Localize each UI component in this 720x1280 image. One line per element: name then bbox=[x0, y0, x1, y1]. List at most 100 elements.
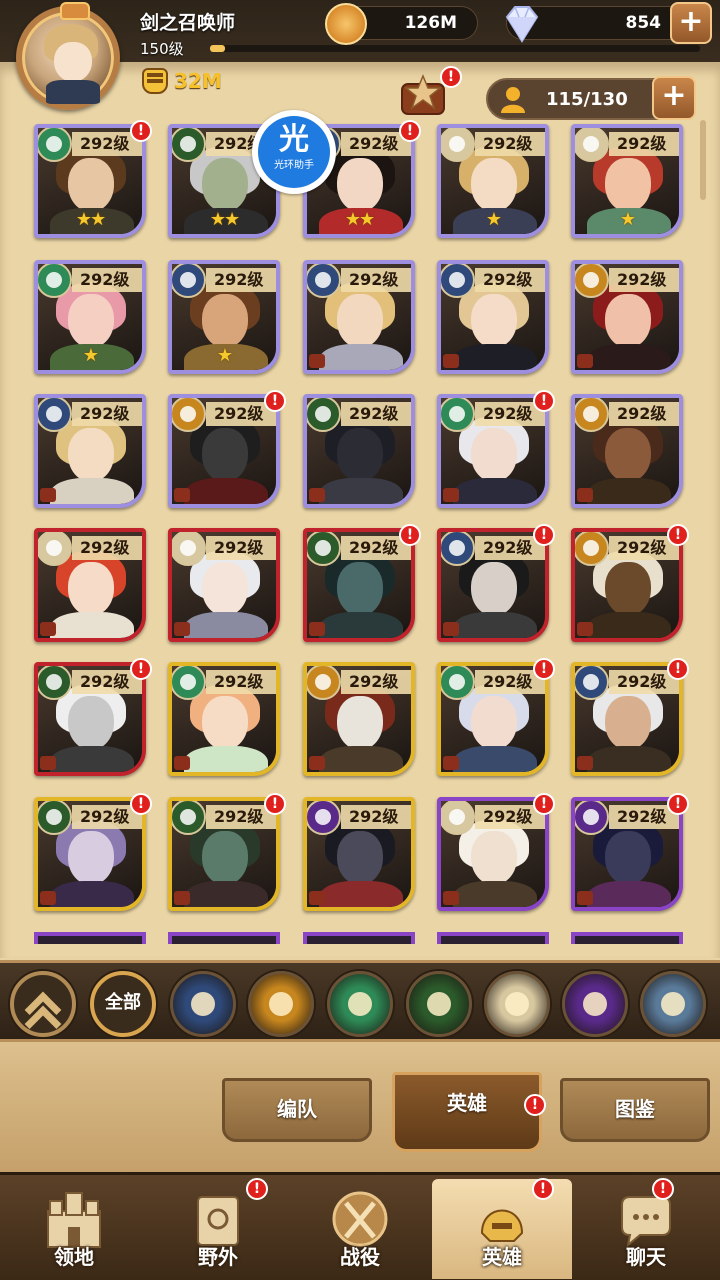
diamond-icon bbox=[505, 6, 539, 43]
celestial-faction-icon bbox=[441, 128, 475, 162]
dimensional-faction-icon bbox=[661, 992, 685, 1016]
hero-card-partial[interactable] bbox=[168, 932, 280, 944]
hypogean-eye-faction-icon bbox=[307, 532, 341, 566]
hero-card[interactable]: 292级 bbox=[437, 797, 549, 911]
celestial-faction-icon bbox=[505, 992, 529, 1016]
hero-alert-badge: ! bbox=[533, 524, 555, 546]
hero-level: 292级 bbox=[341, 402, 411, 426]
hero-card[interactable]: 292级 ★ bbox=[34, 260, 146, 374]
player-avatar[interactable] bbox=[16, 2, 134, 112]
star-rating: ★ bbox=[82, 345, 99, 366]
hero-card-partial[interactable] bbox=[437, 932, 549, 944]
hero-card[interactable]: 292级 bbox=[303, 797, 415, 911]
hero-card-partial[interactable] bbox=[303, 932, 415, 944]
hero-card[interactable]: 292级 bbox=[571, 528, 683, 642]
hero-card[interactable]: 292级 bbox=[168, 797, 280, 911]
filter-dimensional-button[interactable] bbox=[640, 971, 706, 1037]
celestial-faction-icon bbox=[575, 128, 609, 162]
faction-filter-bar: 全部 bbox=[0, 960, 720, 1043]
scrollbar[interactable] bbox=[700, 120, 706, 200]
gem-value: 854 bbox=[625, 13, 662, 33]
collapse-filter-button[interactable] bbox=[10, 971, 76, 1043]
hero-level: 292级 bbox=[72, 536, 142, 560]
star-rating: ★ bbox=[619, 209, 636, 230]
signature-item-icon bbox=[443, 354, 459, 368]
signature-item-icon bbox=[577, 354, 593, 368]
tab-heroes[interactable]: 英雄 bbox=[392, 1072, 542, 1152]
hero-card[interactable]: 292级 bbox=[571, 394, 683, 508]
hero-card[interactable]: 292级 bbox=[168, 528, 280, 642]
nav-territory[interactable]: 领地 bbox=[4, 1179, 144, 1279]
filter-mauler-button[interactable] bbox=[248, 971, 314, 1037]
signature-item-icon bbox=[309, 622, 325, 636]
hero-alert-badge: ! bbox=[264, 390, 286, 412]
hero-card[interactable]: 292级 bbox=[34, 797, 146, 911]
nav-wilderness[interactable]: 野外 bbox=[148, 1179, 288, 1279]
hero-card[interactable]: 292级 ★ bbox=[571, 124, 683, 238]
hero-alert-badge: ! bbox=[667, 524, 689, 546]
heroes-tab-alert-badge: ! bbox=[524, 1094, 546, 1116]
add-gems-button[interactable]: + bbox=[670, 2, 712, 44]
hero-card[interactable]: 292级 bbox=[168, 394, 280, 508]
gold-counter[interactable]: 126M bbox=[325, 3, 478, 45]
tab-formation[interactable]: 编队 bbox=[222, 1078, 372, 1142]
hero-card[interactable]: 292级 bbox=[34, 394, 146, 508]
hero-card[interactable]: 292级 bbox=[571, 797, 683, 911]
celestial-faction-icon bbox=[441, 801, 475, 835]
signature-item-icon bbox=[577, 622, 593, 636]
filter-hypogean-button[interactable] bbox=[562, 971, 628, 1037]
mauler-faction-icon bbox=[172, 398, 206, 432]
hero-card[interactable]: 292级 bbox=[303, 394, 415, 508]
hero-card[interactable]: 292级 bbox=[34, 662, 146, 776]
signature-item-icon bbox=[174, 488, 190, 502]
hero-card[interactable]: 292级 bbox=[571, 662, 683, 776]
hero-card[interactable]: 292级 ★★ bbox=[34, 124, 146, 238]
hero-card[interactable]: 292级 bbox=[168, 662, 280, 776]
signature-item-icon bbox=[443, 756, 459, 770]
hero-card[interactable]: 292级 bbox=[437, 528, 549, 642]
hero-card[interactable]: 292级 bbox=[34, 528, 146, 642]
hero-card[interactable]: 292级 bbox=[437, 260, 549, 374]
expand-capacity-button[interactable]: + bbox=[652, 76, 696, 120]
xp-bar bbox=[210, 45, 700, 52]
hero-card-partial[interactable] bbox=[34, 932, 146, 944]
hero-level: 292级 bbox=[475, 132, 545, 156]
hero-level: 292级 bbox=[609, 268, 679, 292]
filter-hypogean-eye-button[interactable] bbox=[406, 971, 472, 1037]
filter-forest-button[interactable] bbox=[327, 971, 393, 1037]
hero-level: 292级 bbox=[475, 268, 545, 292]
hero-card[interactable]: 292级 bbox=[303, 260, 415, 374]
hero-card[interactable]: 292级 bbox=[571, 260, 683, 374]
signature-item-icon bbox=[443, 622, 459, 636]
bottom-nav: 领地 野外 ! 战役 英雄 ! 聊天 ! bbox=[0, 1172, 720, 1280]
nav-campaign[interactable]: 战役 bbox=[290, 1179, 430, 1279]
filter-all-button[interactable]: 全部 bbox=[90, 971, 156, 1037]
hero-alert-badge: ! bbox=[667, 658, 689, 680]
hero-card-partial[interactable] bbox=[571, 932, 683, 944]
hypogean-eye-faction-icon bbox=[172, 128, 206, 162]
hero-alert-badge: ! bbox=[399, 524, 421, 546]
lightbearer-faction-icon bbox=[441, 532, 475, 566]
hero-card[interactable]: 292级 ★ bbox=[168, 260, 280, 374]
hero-alert-badge: ! bbox=[533, 390, 555, 412]
hero-card[interactable]: 292级 bbox=[437, 662, 549, 776]
filter-lightbearer-button[interactable] bbox=[170, 971, 236, 1037]
hero-card[interactable]: 292级 bbox=[303, 528, 415, 642]
nav-label: 领地 bbox=[54, 1245, 94, 1269]
strategy-alert-badge: ! bbox=[440, 66, 462, 88]
nav-chat[interactable]: 聊天 bbox=[576, 1179, 716, 1279]
hero-card[interactable]: 292级 bbox=[303, 662, 415, 776]
hypogean-eye-faction-icon bbox=[38, 666, 72, 700]
hero-alert-badge: ! bbox=[130, 120, 152, 142]
hero-card[interactable]: 292级 ★ bbox=[437, 124, 549, 238]
tab-compendium[interactable]: 图鉴 bbox=[560, 1078, 710, 1142]
assistant-watermark[interactable]: 光 光环助手 bbox=[252, 110, 336, 194]
signature-item-icon bbox=[40, 891, 56, 905]
hero-level: 292级 bbox=[72, 268, 142, 292]
hero-card[interactable]: 292级 bbox=[437, 394, 549, 508]
hero-alert-badge: ! bbox=[533, 658, 555, 680]
nav-label: 英雄 bbox=[482, 1245, 522, 1269]
filter-celestial-button[interactable] bbox=[484, 971, 550, 1037]
mauler-faction-icon bbox=[575, 398, 609, 432]
hero-alert-badge: ! bbox=[399, 120, 421, 142]
